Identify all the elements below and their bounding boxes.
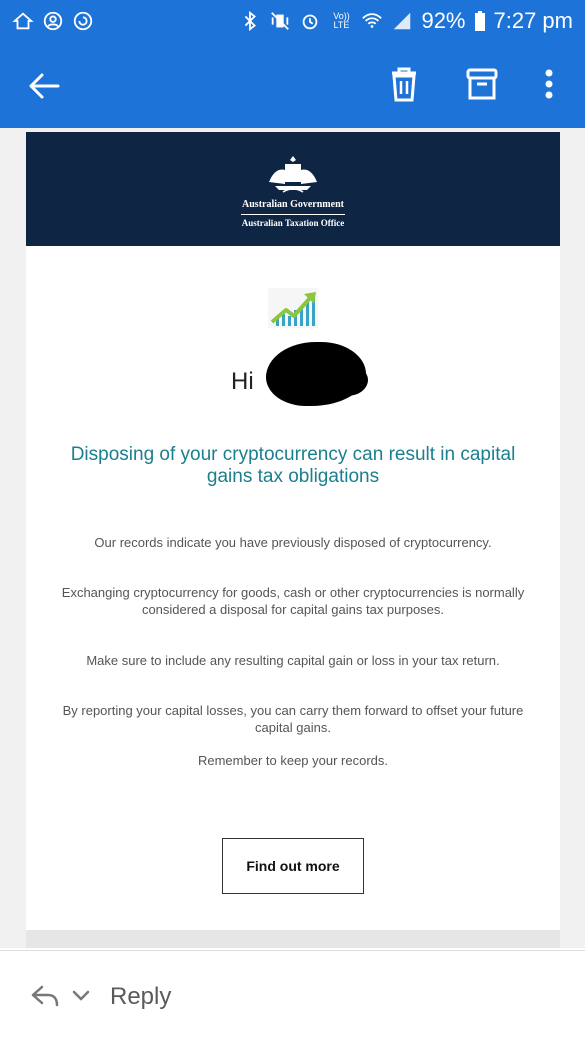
coat-of-arms-icon (269, 156, 317, 193)
email-headline: Disposing of your cryptocurrency can res… (70, 444, 516, 487)
agency-name: Australian Taxation Office (241, 218, 345, 228)
clock: 7:27 pm (493, 8, 574, 33)
paragraph-losses: By reporting your capital losses, you ca… (62, 703, 524, 735)
government-name: Australian Government (242, 199, 344, 210)
email-footer-strip (26, 930, 560, 948)
archive-icon[interactable] (462, 64, 502, 104)
reply-button[interactable]: Reply (110, 983, 171, 1011)
chevron-down-icon[interactable] (72, 989, 90, 1003)
vibrate-mute-icon (269, 10, 291, 32)
account-circle-icon (42, 10, 64, 32)
battery-percentage: 92% (421, 8, 466, 33)
more-vert-icon[interactable] (536, 64, 562, 104)
signal-icon (391, 10, 413, 32)
reply-icon[interactable] (30, 983, 60, 1009)
alarm-icon (299, 10, 321, 32)
delete-icon[interactable] (384, 64, 424, 104)
battery-icon (474, 10, 486, 32)
bluetooth-icon (239, 10, 261, 32)
wifi-icon (361, 10, 383, 32)
greeting: Hi (231, 368, 254, 395)
header-divider (241, 214, 345, 215)
paragraph-records-reminder: Remember to keep your records. (197, 753, 389, 768)
email-header-banner: Australian Government Australian Taxatio… (26, 132, 560, 246)
back-arrow-icon[interactable] (24, 66, 64, 106)
reply-bar: Reply (0, 950, 585, 1040)
find-out-more-button[interactable]: Find out more (222, 838, 364, 894)
email-body: Australian Government Australian Taxatio… (0, 128, 585, 948)
trending-up-chart-icon (268, 288, 318, 328)
status-bar: Vo)) LTE 92% 7:27 pm (0, 0, 585, 42)
home-outline-icon (12, 10, 34, 32)
paragraph-include: Make sure to include any resulting capit… (86, 653, 500, 668)
sync-circle-icon (72, 10, 94, 32)
volte-icon: Vo)) LTE (333, 11, 350, 30)
app-bar (0, 42, 585, 128)
paragraph-records: Our records indicate you have previously… (94, 535, 492, 550)
paragraph-exchanging: Exchanging cryptocurrency for goods, cas… (61, 585, 525, 617)
redacted-name-extension (326, 364, 368, 396)
email-card: Australian Government Australian Taxatio… (26, 132, 560, 948)
